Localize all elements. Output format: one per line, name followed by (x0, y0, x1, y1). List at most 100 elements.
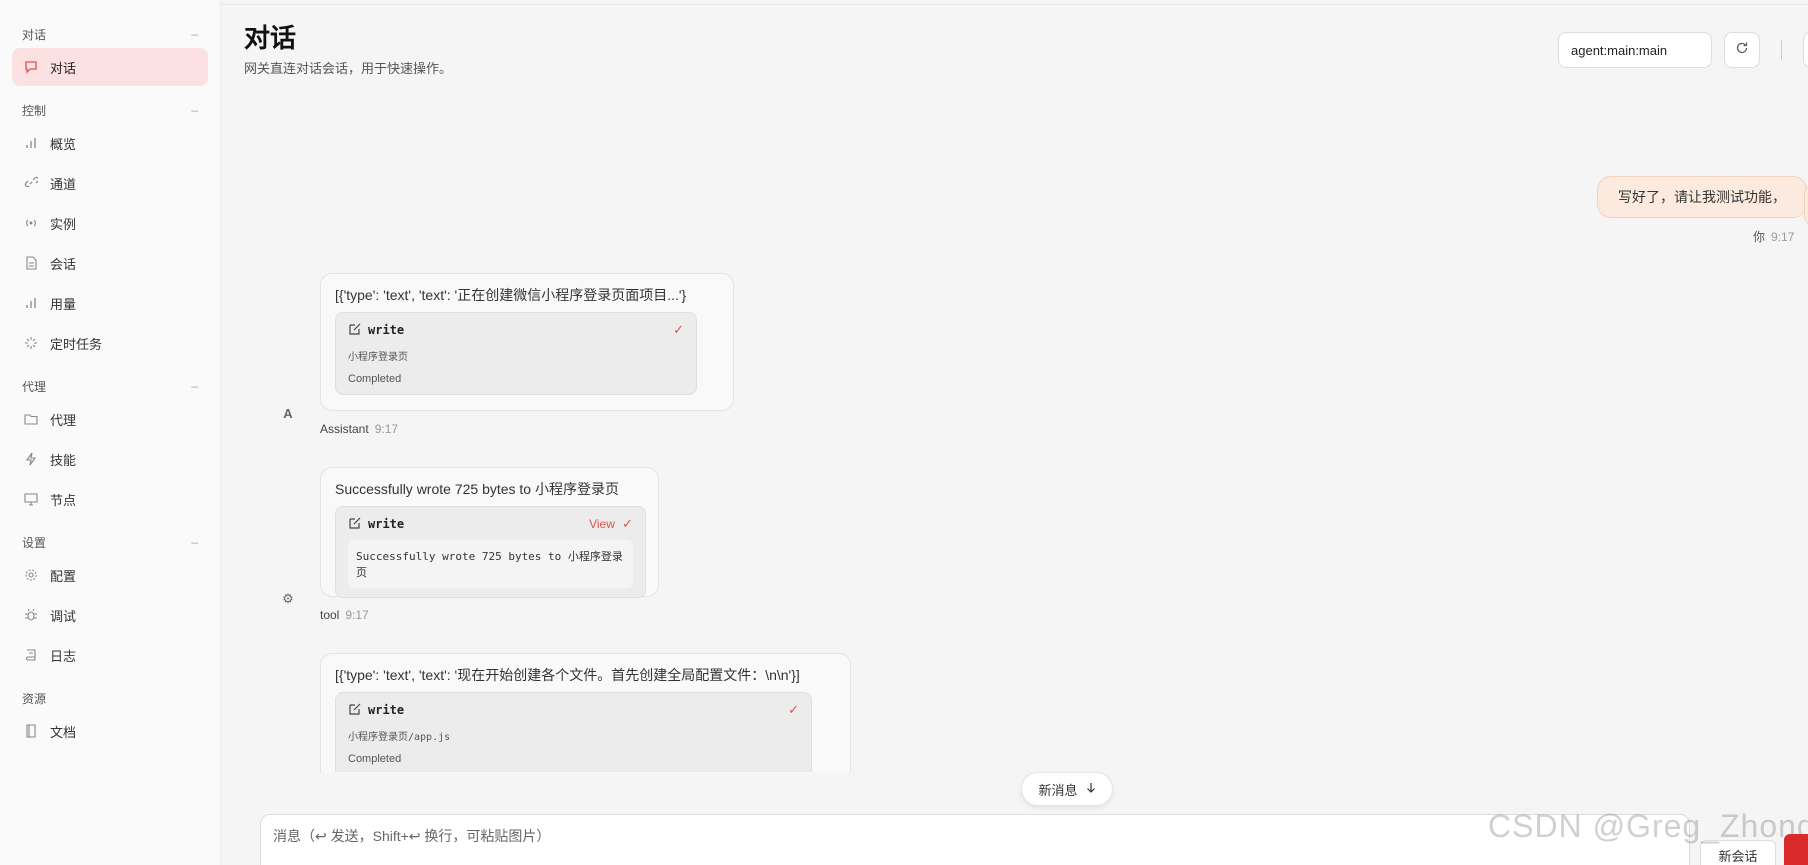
arrow-down-icon (1086, 782, 1096, 797)
tool-name: write (368, 517, 405, 531)
group-header-resources: 资源 (0, 686, 220, 710)
group-title: 资源 (22, 691, 47, 706)
user-message-bubble: 写好了，请让我测试功能， (1597, 176, 1807, 218)
page-subtitle: 网关直连对话会话，用于快速操作。 (244, 61, 453, 76)
sidebar-item-debug[interactable]: 调试 (12, 596, 208, 634)
link-icon (22, 174, 40, 192)
sidebar-item-skills[interactable]: 技能 (12, 440, 208, 478)
gear-icon (22, 566, 40, 584)
collapse-icon[interactable]: – (191, 535, 198, 549)
group-header-chat[interactable]: 对话 – (0, 22, 220, 46)
sidebar-item-agents[interactable]: 代理 (12, 400, 208, 438)
sidebar-item-docs[interactable]: 文档 (12, 712, 208, 750)
collapse-icon[interactable]: – (191, 103, 198, 117)
toolbar-divider (1781, 40, 1782, 60)
message-input[interactable]: 消息（↩ 发送，Shift+↩ 换行，可粘贴图片） (260, 814, 1690, 865)
bar-chart-icon (22, 294, 40, 312)
message-meta: Assistant 9:17 (320, 422, 398, 436)
refresh-button[interactable] (1724, 32, 1760, 68)
sidebar-item-instances[interactable]: 实例 (12, 204, 208, 242)
message-time: 9:17 (374, 422, 399, 436)
sidebar-item-usage[interactable]: 用量 (12, 284, 208, 322)
sidebar-item-label: 定时任务 (50, 336, 103, 352)
session-key-input[interactable]: agent:main:main (1558, 32, 1712, 68)
bar-chart-icon (22, 134, 40, 152)
sidebar-item-channels[interactable]: 通道 (12, 164, 208, 202)
view-link[interactable]: View (589, 517, 615, 531)
group-header-control[interactable]: 控制 – (0, 98, 220, 122)
tool-call-card[interactable]: write ✓ 小程序登录页 Completed (335, 312, 697, 395)
tool-status: Completed (348, 373, 402, 385)
bug-icon (22, 606, 40, 624)
tool-call-card[interactable]: write ✓ 小程序登录页/app.js Completed (335, 692, 812, 772)
sidebar: 对话 – 对话 控制 – 概览 通道 实例 会话 用量 定时任务 代理 – 代理 (0, 0, 221, 865)
sidebar-item-overview[interactable]: 概览 (12, 124, 208, 162)
tool-argument: 小程序登录页/app.js (348, 732, 451, 743)
sidebar-item-label: 技能 (50, 452, 77, 468)
refresh-icon (1735, 41, 1749, 60)
sidebar-item-nodes[interactable]: 节点 (12, 480, 208, 518)
message-text: 写好了，请让我测试功能， (1618, 189, 1786, 205)
sidebar-item-logs[interactable]: 日志 (12, 636, 208, 674)
message-meta: tool 9:17 (320, 608, 369, 622)
group-title: 对话 (22, 27, 47, 42)
message-text: [{'type': 'text', 'text': '正在创建微信小程序登录页面… (335, 287, 687, 303)
tool-argument: 小程序登录页 (348, 352, 408, 363)
radio-signal-icon (22, 214, 40, 232)
tool-name: write (368, 323, 405, 337)
spinner-icon (22, 334, 40, 352)
check-icon: ✓ (622, 516, 633, 532)
sidebar-item-label: 通道 (50, 176, 77, 192)
sender-name: tool (320, 608, 340, 622)
lightning-icon (22, 450, 40, 468)
sidebar-item-label: 文档 (50, 724, 77, 740)
sidebar-item-label: 配置 (50, 568, 77, 584)
group-header-agents[interactable]: 代理 – (0, 374, 220, 398)
message-time: 9:17 (345, 608, 369, 622)
collapse-icon[interactable]: – (191, 379, 198, 393)
sidebar-item-label: 概览 (50, 136, 77, 152)
book-icon (22, 722, 40, 740)
send-button-cut-off[interactable] (1784, 834, 1808, 865)
sidebar-item-label: 代理 (50, 412, 77, 428)
message-time: 9:17 (1771, 230, 1795, 244)
message-text: Successfully wrote 725 bytes to 小程序登录页 (335, 481, 619, 497)
group-title: 代理 (22, 379, 47, 394)
sidebar-item-label: 对话 (50, 60, 77, 76)
new-messages-label: 新消息 (1038, 782, 1078, 798)
user-avatar-cut-off (1804, 184, 1808, 226)
sidebar-item-cron[interactable]: 定时任务 (12, 324, 208, 362)
group-title: 设置 (22, 535, 47, 550)
sidebar-item-config[interactable]: 配置 (12, 556, 208, 594)
sender-name: 你 (1753, 230, 1766, 244)
tool-output: Successfully wrote 725 bytes to 小程序登录页 (348, 540, 633, 588)
collapse-icon[interactable]: – (191, 27, 198, 41)
edit-icon (348, 516, 361, 532)
sidebar-item-label: 实例 (50, 216, 77, 232)
message-text: [{'type': 'text', 'text': '现在开始创建各个文件。首先… (335, 667, 800, 683)
assistant-message-card: [{'type': 'text', 'text': '正在创建微信小程序登录页面… (320, 273, 734, 411)
sender-name: Assistant (320, 422, 369, 436)
tool-result-card[interactable]: write View ✓ Successfully wrote 725 byte… (335, 506, 646, 598)
scroll-icon (22, 646, 40, 664)
message-input-placeholder: 消息（↩ 发送，Shift+↩ 换行，可粘贴图片） (273, 828, 551, 844)
tool-name: write (368, 703, 405, 717)
group-header-settings[interactable]: 设置 – (0, 530, 220, 554)
new-messages-button[interactable]: 新消息 (1021, 772, 1113, 806)
sidebar-item-chat[interactable]: 对话 (12, 48, 208, 86)
sidebar-item-label: 会话 (50, 256, 77, 272)
sidebar-item-label: 用量 (50, 296, 77, 312)
edit-icon (348, 702, 361, 718)
sidebar-item-label: 节点 (50, 492, 77, 508)
check-icon: ✓ (673, 322, 684, 338)
sidebar-item-sessions[interactable]: 会话 (12, 244, 208, 282)
watermark: CSDN @Greg_Zhong (1488, 808, 1808, 844)
assistant-message-card: [{'type': 'text', 'text': '现在开始创建各个文件。首先… (320, 653, 851, 773)
toolbar-button-cut-off[interactable] (1803, 32, 1808, 68)
page-title: 对话 (244, 23, 297, 53)
group-title: 控制 (22, 103, 47, 118)
message-meta: 你 9:17 (1753, 228, 1794, 245)
tool-gear-icon: ⚙ (282, 591, 294, 606)
folder-icon (22, 410, 40, 428)
tool-message-card: Successfully wrote 725 bytes to 小程序登录页 w… (320, 467, 659, 598)
